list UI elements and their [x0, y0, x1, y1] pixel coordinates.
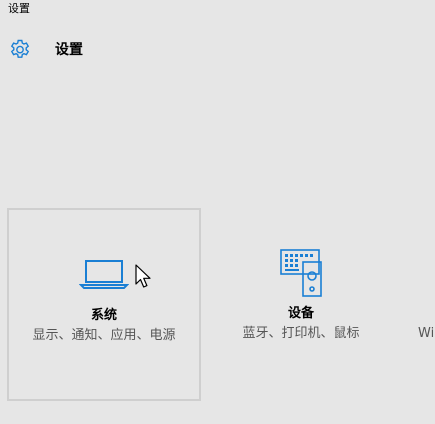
- gear-icon: [10, 39, 30, 58]
- tile-devices[interactable]: 设备 蓝牙、打印机、鼠标: [204, 208, 398, 401]
- tile-partial-wi[interactable]: Wi: [418, 325, 434, 342]
- tile-description: 显示、通知、应用、电源: [32, 328, 176, 343]
- tile-description: 蓝牙、打印机、鼠标: [242, 326, 360, 341]
- page-title: 设置: [55, 42, 83, 58]
- settings-header: 设置: [8, 36, 83, 64]
- tile-system[interactable]: 系统 显示、通知、应用、电源: [7, 208, 201, 401]
- mouse-cursor-icon: [135, 264, 151, 288]
- window-title: 设置: [8, 2, 30, 15]
- tile-label: 设备: [287, 306, 314, 321]
- tile-label: 系统: [90, 308, 117, 323]
- keyboard-speaker-icon: [280, 249, 322, 297]
- laptop-icon: [79, 260, 129, 289]
